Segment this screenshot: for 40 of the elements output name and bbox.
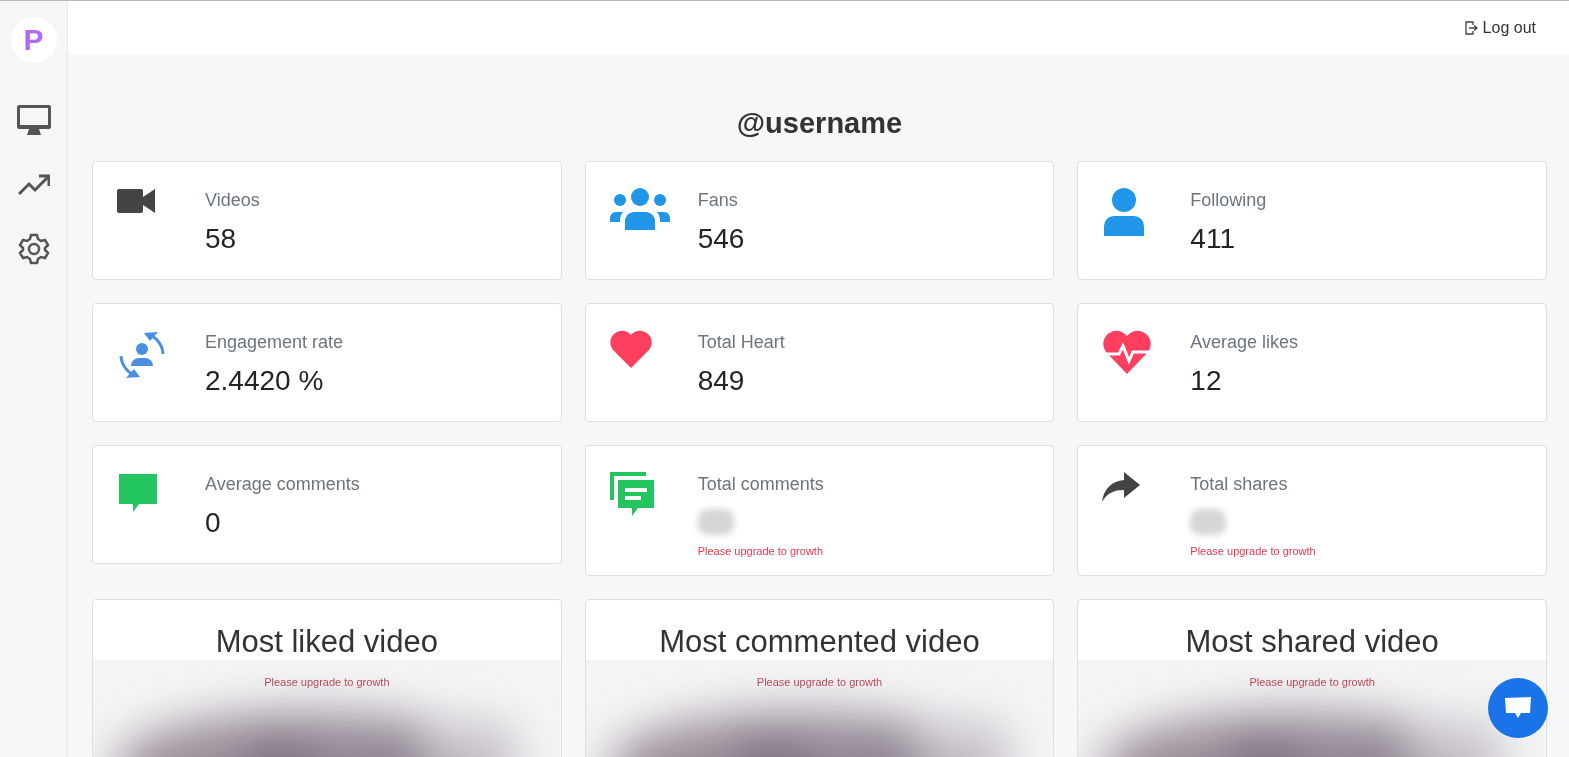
stat-label: Average likes — [1190, 332, 1299, 353]
stat-value: 0 — [205, 507, 221, 539]
stat-label: Total shares — [1190, 474, 1289, 495]
upgrade-notice: Please upgrade to growth — [1249, 676, 1375, 688]
logout-icon — [1464, 20, 1478, 35]
heart-icon — [609, 330, 652, 368]
stat-value: 411 — [1190, 223, 1235, 255]
stat-label: Following — [1190, 190, 1267, 211]
upgrade-notice: Please upgrade to growth — [264, 676, 390, 688]
stat-label: Total comments — [697, 474, 824, 495]
upgrade-notice: Please upgrade to growth — [1190, 545, 1316, 557]
video-title: Most liked video — [215, 624, 438, 660]
stat-value: 546 — [697, 223, 745, 255]
heart-pulse-icon — [1102, 330, 1153, 374]
video-title: Most commented video — [659, 624, 980, 660]
monitor-icon[interactable] — [16, 105, 51, 137]
stat-value: 849 — [697, 365, 745, 397]
share-icon — [1102, 472, 1141, 502]
trend-icon[interactable] — [17, 174, 50, 196]
users-icon — [609, 188, 670, 230]
stat-value: 12 — [1190, 365, 1222, 397]
settings-icon[interactable] — [17, 233, 50, 265]
stat-value: 2.4420 % — [205, 365, 324, 397]
video-camera-icon — [117, 188, 155, 214]
stat-label: Average comments — [205, 474, 360, 495]
comment-icon — [117, 472, 159, 514]
stat-label: Total Heart — [697, 332, 785, 353]
user-icon — [1102, 188, 1147, 236]
upgrade-notice: Please upgrade to growth — [697, 545, 824, 557]
stat-value: 58 — [205, 223, 237, 255]
user-refresh-icon — [117, 330, 167, 380]
upgrade-notice: Please upgrade to growth — [756, 676, 883, 688]
logout-link[interactable]: Log out — [1464, 18, 1536, 37]
stat-label: Videos — [205, 190, 260, 211]
video-title: Most shared video — [1185, 624, 1439, 660]
stat-label: Fans — [697, 190, 739, 211]
comments-icon — [609, 472, 656, 517]
chat-icon — [1504, 696, 1532, 720]
page-title: @username — [735, 106, 904, 140]
stat-label: Engagement rate — [205, 332, 344, 353]
